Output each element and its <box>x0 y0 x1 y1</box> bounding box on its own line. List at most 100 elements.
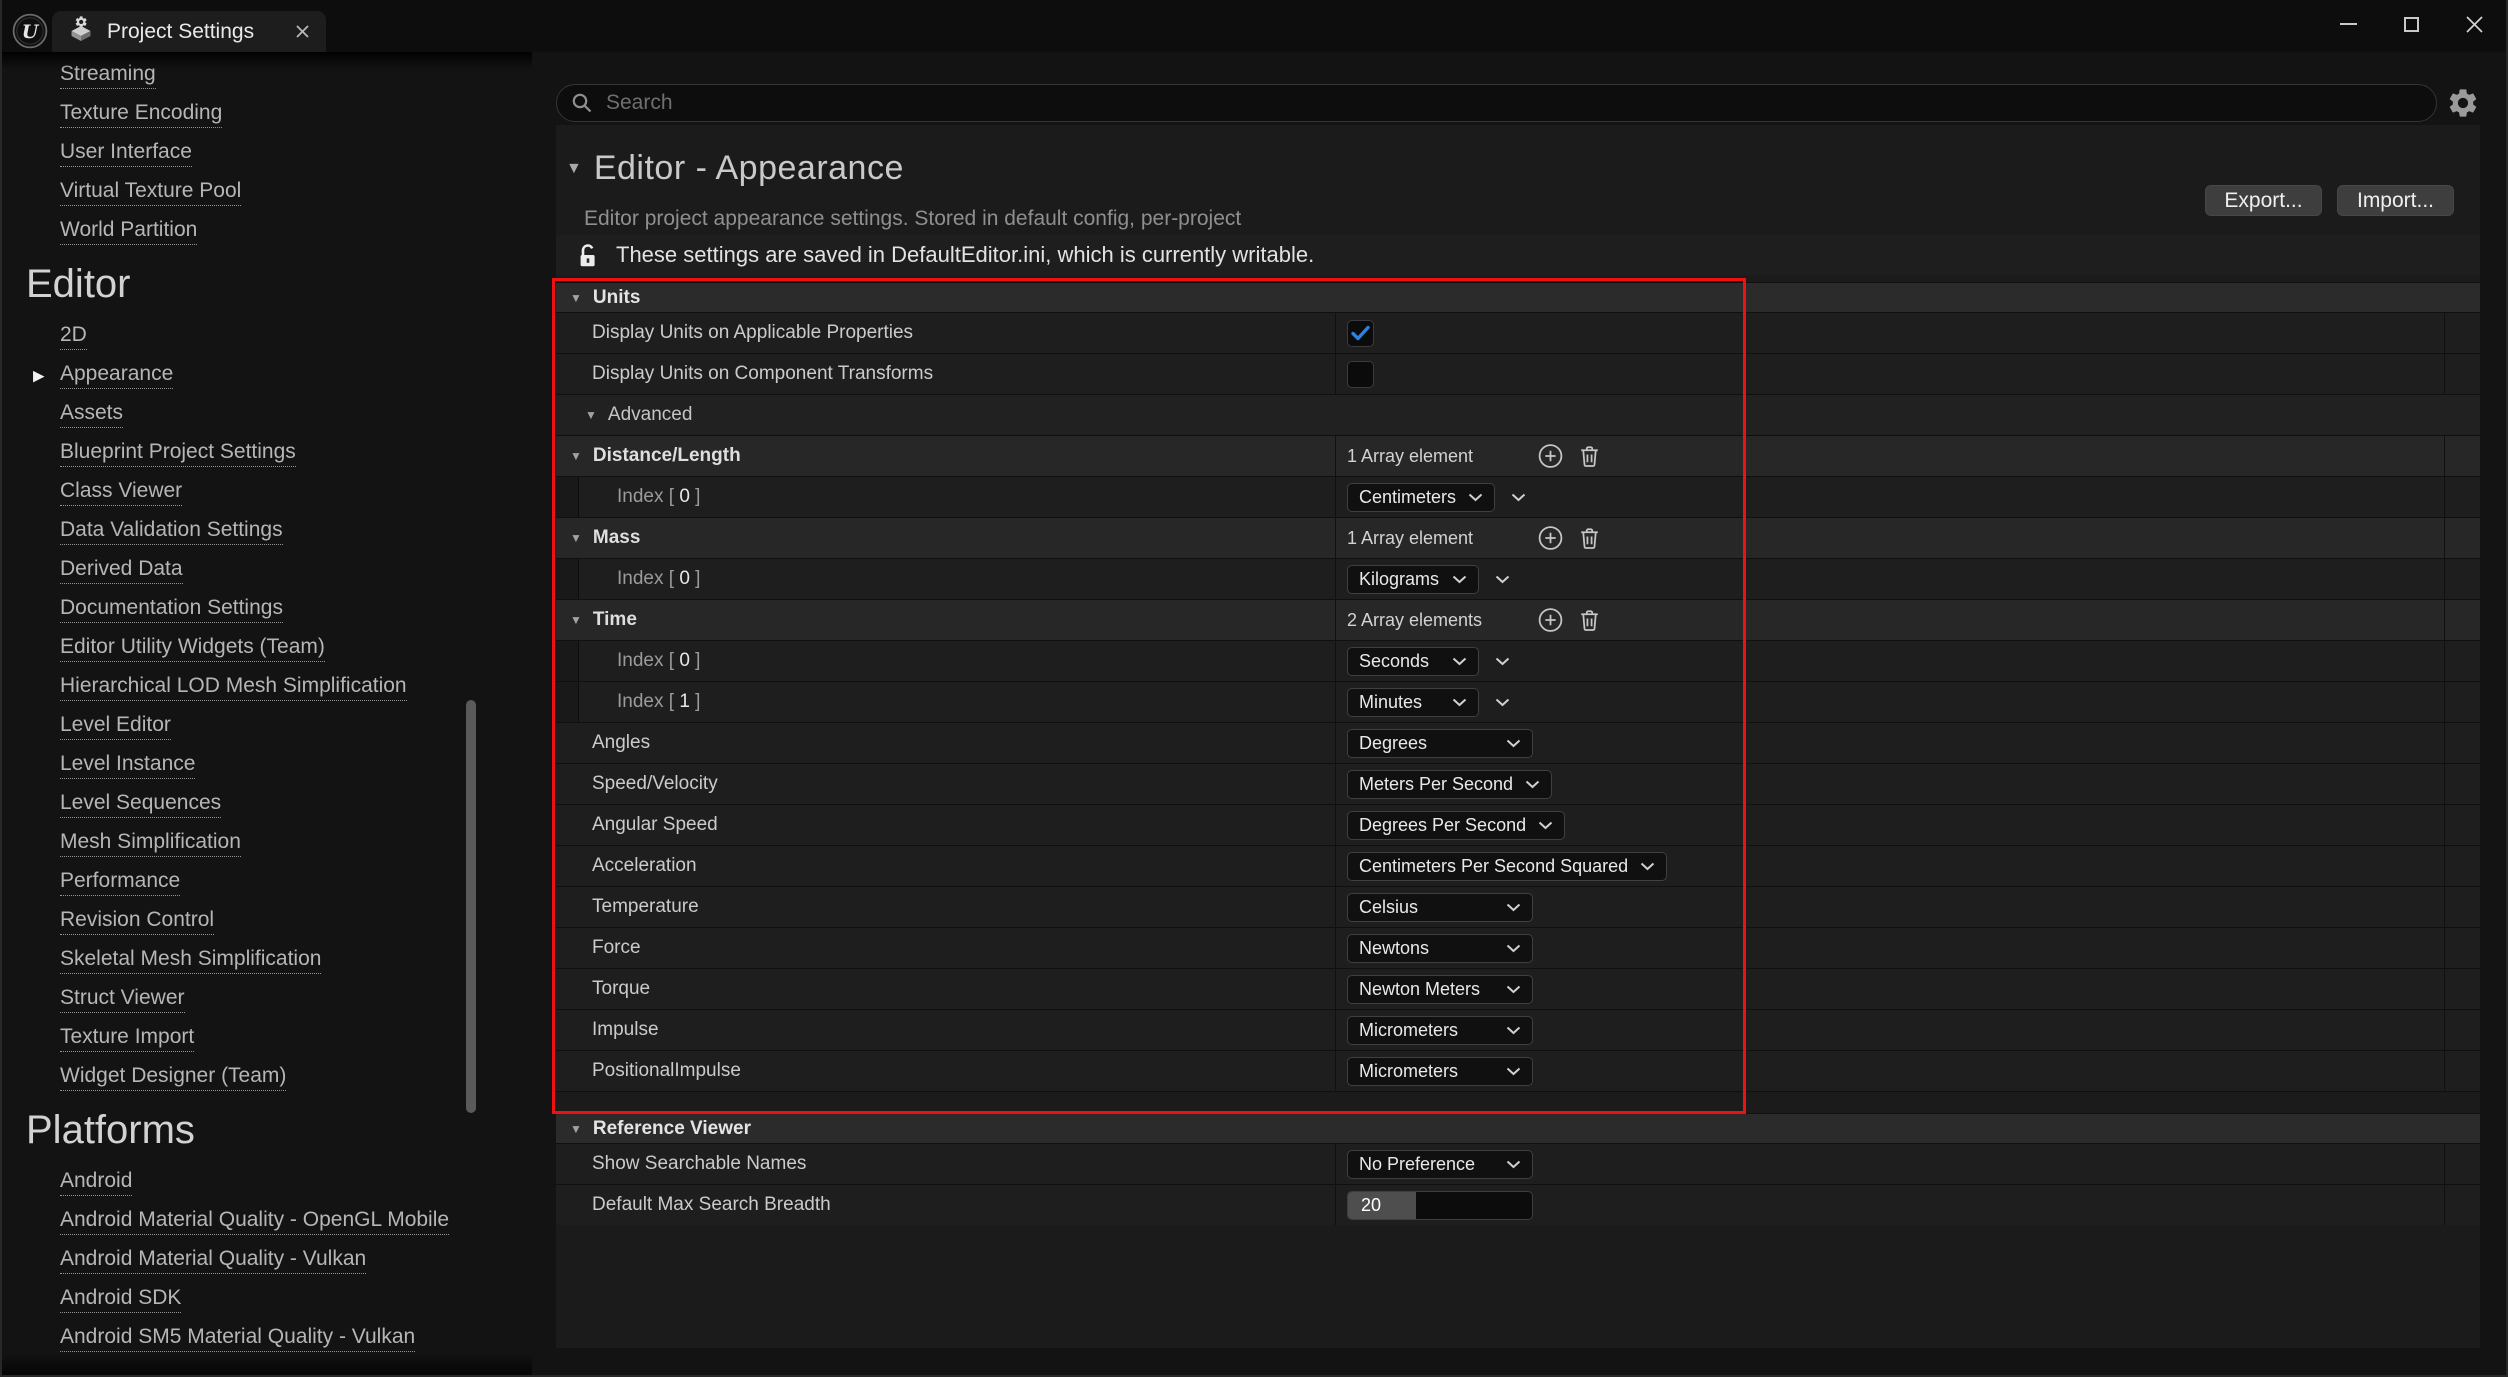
sidebar-item-data-validation-settings[interactable]: Data Validation Settings <box>0 512 532 551</box>
sidebar-item-android-material-quality-opengl-mobile[interactable]: Android Material Quality - OpenGL Mobile <box>0 1202 532 1241</box>
delete-elements-button[interactable] <box>1576 525 1603 552</box>
element-options-chevron-icon[interactable] <box>1495 575 1510 584</box>
property-row-display-units-on-component-transforms[interactable]: Display Units on Component Transforms <box>556 353 2480 394</box>
array-header-row-time[interactable]: ▼Time2 Array elements <box>556 599 2480 640</box>
expand-triangle-icon[interactable]: ▼ <box>585 408 597 422</box>
minutes-dropdown[interactable]: Minutes <box>1347 688 1479 717</box>
sidebar-item-hierarchical-lod-mesh-simplification[interactable]: Hierarchical LOD Mesh Simplification <box>0 668 532 707</box>
expand-triangle-icon[interactable]: ▼ <box>570 531 582 545</box>
search-bar[interactable] <box>556 84 2437 122</box>
sidebar-item-derived-data[interactable]: Derived Data <box>0 551 532 590</box>
property-row-angular-speed[interactable]: Angular SpeedDegrees Per Second <box>556 804 2480 845</box>
element-options-chevron-icon[interactable] <box>1511 493 1526 502</box>
sidebar-item-documentation-settings[interactable]: Documentation Settings <box>0 590 532 629</box>
expand-triangle-icon[interactable]: ▼ <box>570 613 582 627</box>
sidebar-scrollbar[interactable] <box>466 700 476 1113</box>
expand-triangle-icon[interactable]: ▼ <box>570 291 582 305</box>
display-units-on-applicable-properties-checkbox[interactable] <box>1347 320 1374 347</box>
positionalimpulse-dropdown[interactable]: Micrometers <box>1347 1057 1533 1086</box>
close-button[interactable] <box>2443 0 2506 48</box>
sidebar-item-texture-encoding[interactable]: Texture Encoding <box>0 95 532 134</box>
property-row-positionalimpulse[interactable]: PositionalImpulseMicrometers <box>556 1050 2480 1091</box>
sidebar-item-world-partition[interactable]: World Partition <box>0 212 532 251</box>
array-header-row-distance-length[interactable]: ▼Distance/Length1 Array element <box>556 435 2480 476</box>
sidebar-item-assets[interactable]: Assets <box>0 395 532 434</box>
unlocked-padlock-icon[interactable] <box>577 242 599 269</box>
property-row-default-max-search-breadth[interactable]: Default Max Search Breadth20 <box>556 1184 2480 1225</box>
sidebar-item-performance[interactable]: Performance <box>0 863 532 902</box>
centimeters-dropdown[interactable]: Centimeters <box>1347 483 1495 512</box>
search-input[interactable] <box>604 90 2430 116</box>
sidebar-item-appearance[interactable]: ▶Appearance <box>0 356 532 395</box>
property-row-acceleration[interactable]: AccelerationCentimeters Per Second Squar… <box>556 845 2480 886</box>
expand-triangle-icon[interactable]: ▼ <box>570 1122 582 1136</box>
minimize-button[interactable] <box>2317 0 2380 48</box>
property-name-cell: Display Units on Applicable Properties <box>556 313 1336 353</box>
sidebar-item-editor-utility-widgets-team[interactable]: Editor Utility Widgets (Team) <box>0 629 532 668</box>
settings-gear-icon[interactable] <box>2446 86 2480 120</box>
maximize-button[interactable] <box>2380 0 2443 48</box>
impulse-dropdown[interactable]: Micrometers <box>1347 1016 1533 1045</box>
array-element-row[interactable]: Index [ 1 ]Minutes <box>556 681 2480 722</box>
add-element-button[interactable] <box>1537 525 1564 552</box>
property-row-impulse[interactable]: ImpulseMicrometers <box>556 1009 2480 1050</box>
sidebar-item-struct-viewer[interactable]: Struct Viewer <box>0 980 532 1019</box>
tab-close-icon[interactable] <box>295 24 310 39</box>
property-row-temperature[interactable]: TemperatureCelsius <box>556 886 2480 927</box>
category-row-units[interactable]: ▼Units <box>556 282 2480 312</box>
sidebar-item-streaming[interactable]: Streaming <box>0 56 532 95</box>
force-dropdown[interactable]: Newtons <box>1347 934 1533 963</box>
element-options-chevron-icon[interactable] <box>1495 657 1510 666</box>
sidebar-item-skeletal-mesh-simplification[interactable]: Skeletal Mesh Simplification <box>0 941 532 980</box>
expand-triangle-icon[interactable]: ▼ <box>570 449 582 463</box>
angles-dropdown[interactable]: Degrees <box>1347 729 1533 758</box>
array-element-row[interactable]: Index [ 0 ]Kilograms <box>556 558 2480 599</box>
angular-speed-dropdown[interactable]: Degrees Per Second <box>1347 811 1565 840</box>
property-row-torque[interactable]: TorqueNewton Meters <box>556 968 2480 1009</box>
export-button[interactable]: Export... <box>2205 185 2322 216</box>
kilograms-dropdown[interactable]: Kilograms <box>1347 565 1479 594</box>
sidebar-item-mesh-simplification[interactable]: Mesh Simplification <box>0 824 532 863</box>
sidebar-item-level-sequences[interactable]: Level Sequences <box>0 785 532 824</box>
sidebar-item-android-sm5-material-quality-vulkan[interactable]: Android SM5 Material Quality - Vulkan <box>0 1319 532 1358</box>
sidebar-item-virtual-texture-pool[interactable]: Virtual Texture Pool <box>0 173 532 212</box>
show-searchable-names-dropdown[interactable]: No Preference <box>1347 1150 1533 1179</box>
sidebar-item-android-sdk[interactable]: Android SDK <box>0 1280 532 1319</box>
array-element-row[interactable]: Index [ 0 ]Centimeters <box>556 476 2480 517</box>
property-row-display-units-on-applicable-properties[interactable]: Display Units on Applicable Properties <box>556 312 2480 353</box>
sidebar-item-texture-import[interactable]: Texture Import <box>0 1019 532 1058</box>
add-element-button[interactable] <box>1537 443 1564 470</box>
property-row-show-searchable-names[interactable]: Show Searchable NamesNo Preference <box>556 1143 2480 1184</box>
sidebar-item-android[interactable]: Android <box>0 1163 532 1202</box>
sidebar-item-user-interface[interactable]: User Interface <box>0 134 532 173</box>
array-element-row[interactable]: Index [ 0 ]Seconds <box>556 640 2480 681</box>
sidebar-item-revision-control[interactable]: Revision Control <box>0 902 532 941</box>
add-element-button[interactable] <box>1537 607 1564 634</box>
default-max-search-breadth-spinbox[interactable]: 20 <box>1347 1191 1533 1220</box>
array-header-row-mass[interactable]: ▼Mass1 Array element <box>556 517 2480 558</box>
sidebar-item-android-material-quality-vulkan[interactable]: Android Material Quality - Vulkan <box>0 1241 532 1280</box>
torque-dropdown[interactable]: Newton Meters <box>1347 975 1533 1004</box>
sidebar-item-level-editor[interactable]: Level Editor <box>0 707 532 746</box>
import-button[interactable]: Import... <box>2337 185 2454 216</box>
temperature-dropdown[interactable]: Celsius <box>1347 893 1533 922</box>
element-options-chevron-icon[interactable] <box>1495 698 1510 707</box>
category-row-reference-viewer[interactable]: ▼Reference Viewer <box>556 1113 2480 1143</box>
sidebar-item-2d[interactable]: 2D <box>0 317 532 356</box>
sidebar-item-level-instance[interactable]: Level Instance <box>0 746 532 785</box>
tab-project-settings[interactable]: Project Settings <box>52 11 326 52</box>
collapse-triangle-icon[interactable]: ▼ <box>566 160 582 178</box>
acceleration-dropdown[interactable]: Centimeters Per Second Squared <box>1347 852 1667 881</box>
seconds-dropdown[interactable]: Seconds <box>1347 647 1479 676</box>
speed-velocity-dropdown[interactable]: Meters Per Second <box>1347 770 1552 799</box>
display-units-on-component-transforms-checkbox[interactable] <box>1347 361 1374 388</box>
delete-elements-button[interactable] <box>1576 443 1603 470</box>
sidebar-item-widget-designer-team[interactable]: Widget Designer (Team) <box>0 1058 532 1097</box>
property-row-speed-velocity[interactable]: Speed/VelocityMeters Per Second <box>556 763 2480 804</box>
property-row-force[interactable]: ForceNewtons <box>556 927 2480 968</box>
sidebar-item-class-viewer[interactable]: Class Viewer <box>0 473 532 512</box>
subcategory-row-advanced[interactable]: ▼Advanced <box>556 394 2480 435</box>
property-row-angles[interactable]: AnglesDegrees <box>556 722 2480 763</box>
sidebar-item-blueprint-project-settings[interactable]: Blueprint Project Settings <box>0 434 532 473</box>
delete-elements-button[interactable] <box>1576 607 1603 634</box>
